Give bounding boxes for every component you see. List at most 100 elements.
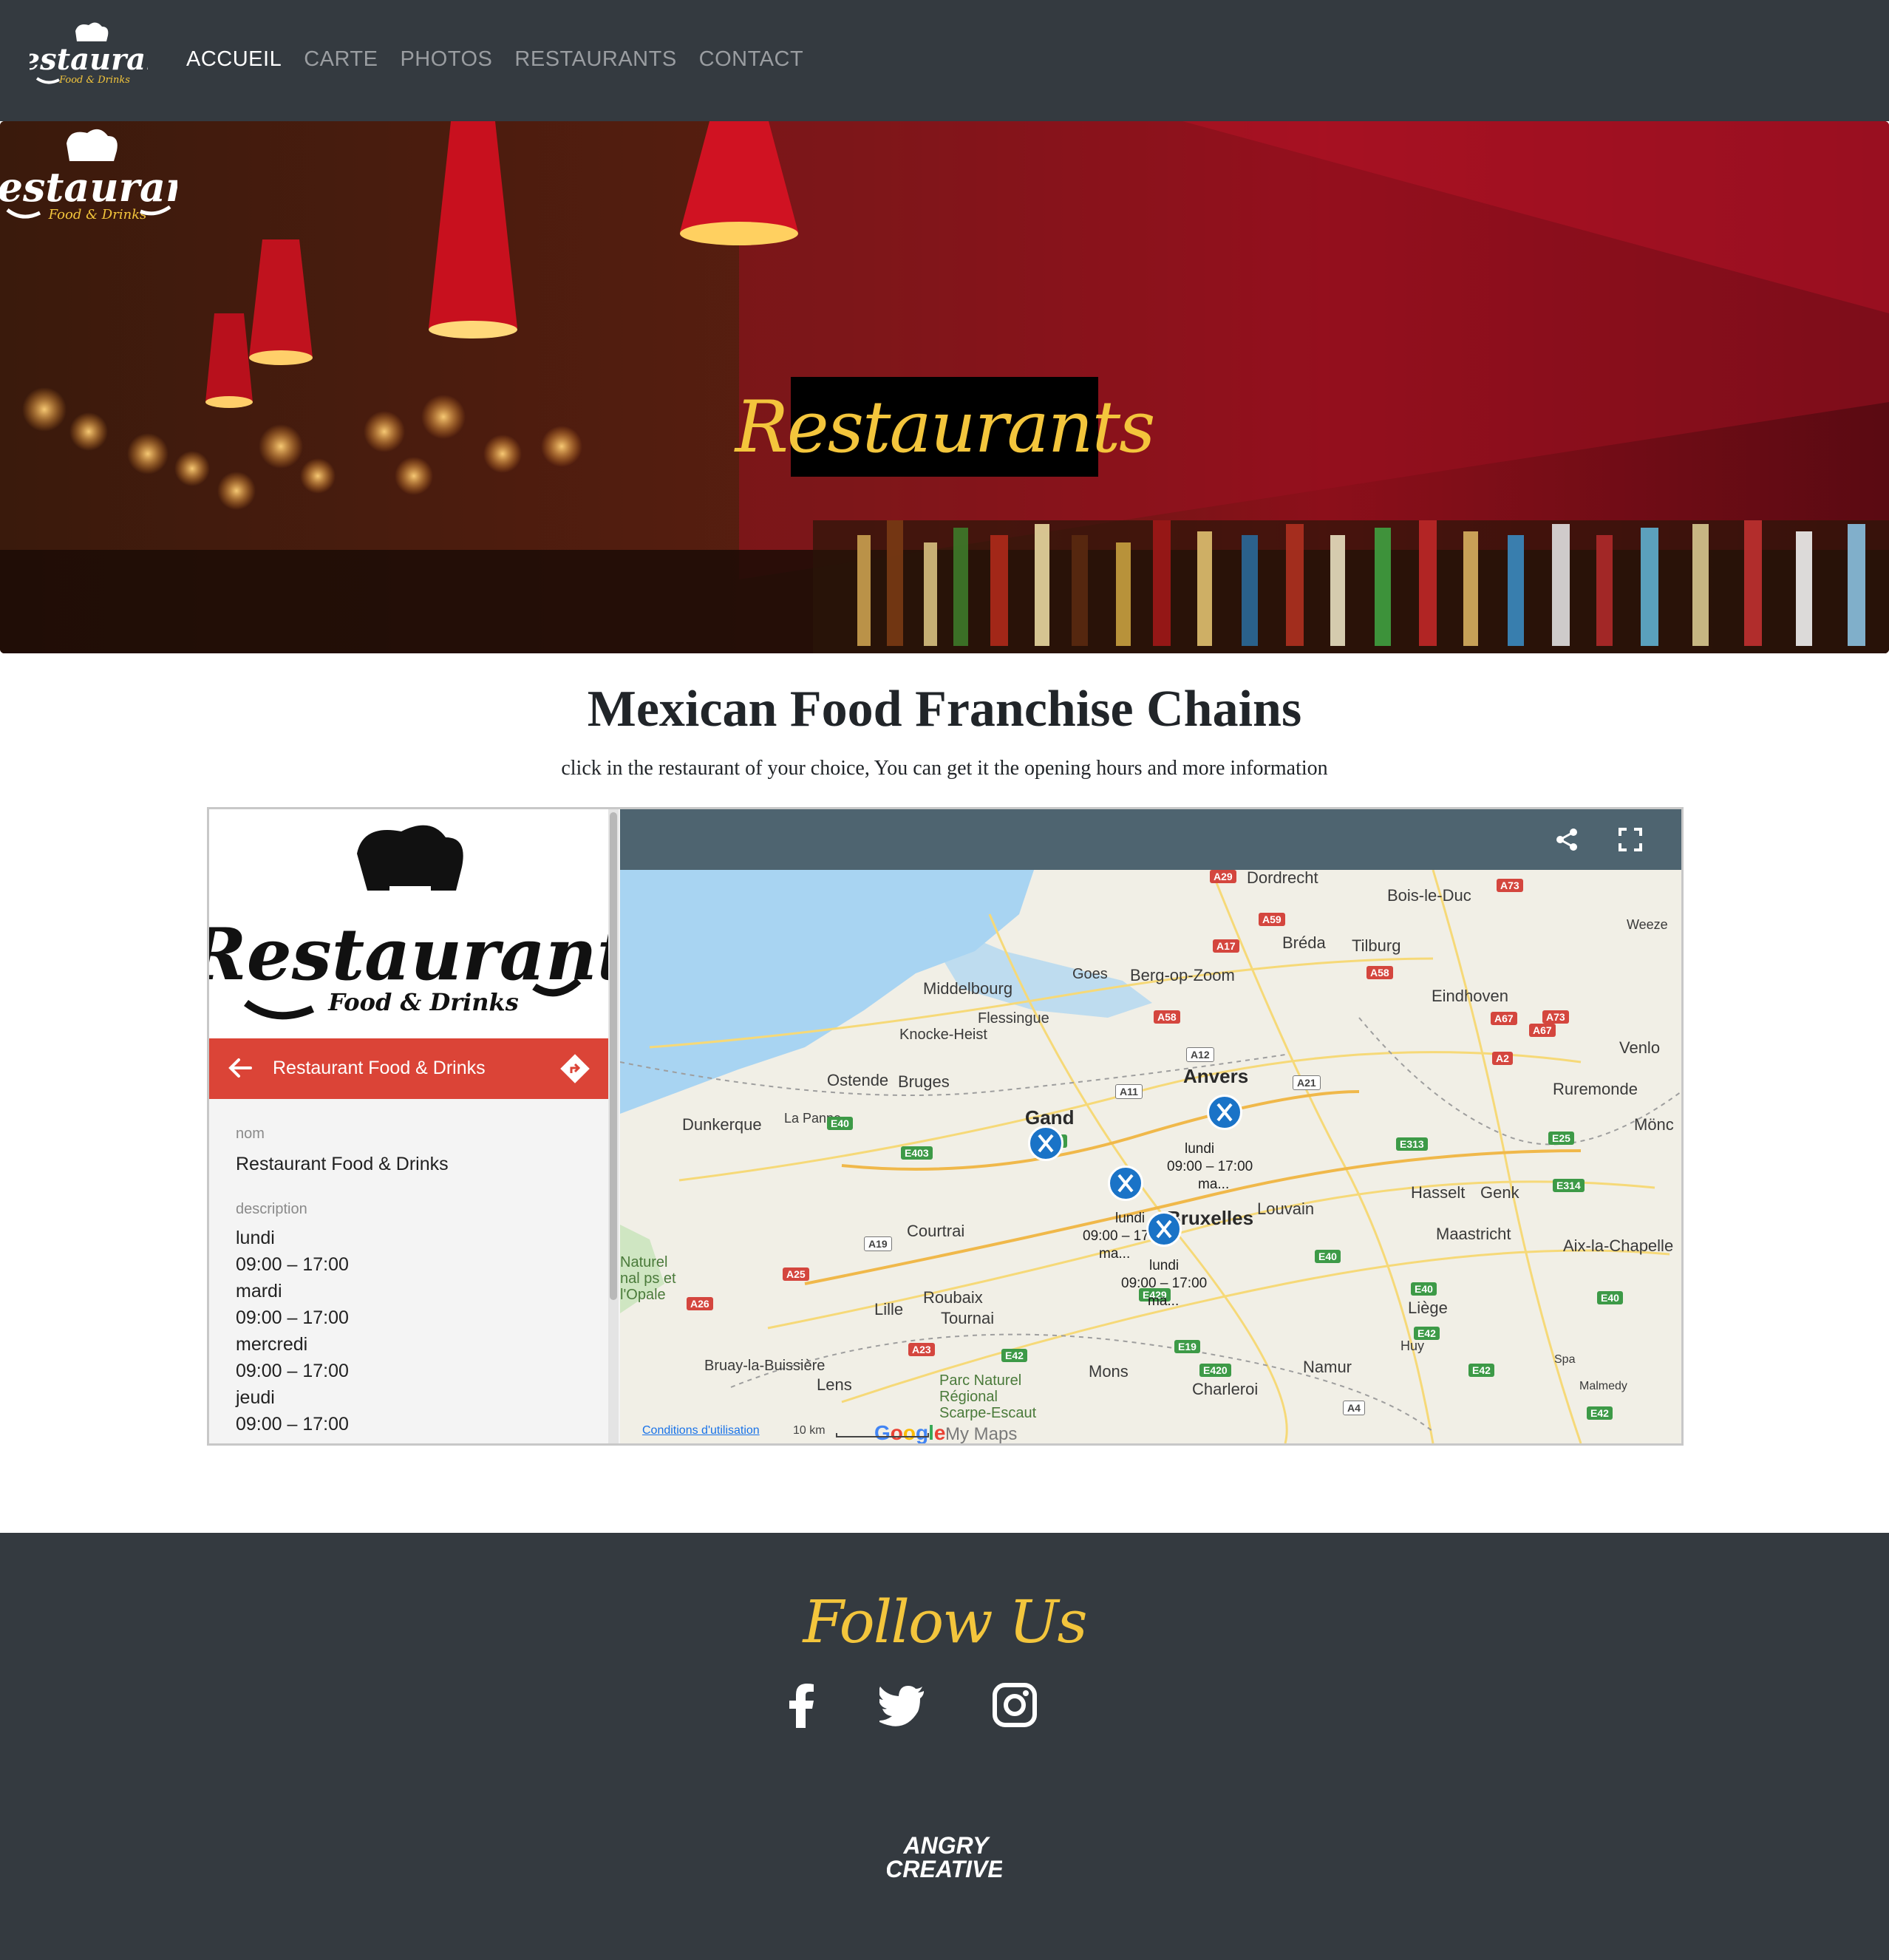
description-line: lundi [236,1228,275,1248]
pin-label-hours: 09:00 – 17:00 [1121,1276,1208,1291]
map-city: Spa [1554,1353,1576,1366]
map-park: Naturel nal ps et l'Opale [620,1254,676,1303]
nav-accueil[interactable]: ACCUEIL [186,47,282,72]
map-city: Weeze [1627,917,1668,932]
map-canvas[interactable]: Dordrecht Bois-le-Duc Weeze Bréda Tilbur… [620,870,1681,1443]
pin-label-hours: 09:00 – 17:00 [1167,1159,1253,1174]
back-arrow-icon[interactable] [225,1053,255,1083]
sidebar-scrollbar[interactable] [608,809,619,1443]
map-attribution: Google My Maps Conditions d'utilisation … [620,1418,1681,1443]
restaurant-pin[interactable] [1028,1126,1063,1161]
map-city: Maastricht [1436,1225,1511,1243]
brand-logo[interactable]: Restaurant Food & Drinks [30,21,148,95]
road-shield: E25 [1548,1132,1574,1145]
road-shield: A26 [687,1297,713,1310]
road-shield: E313 [1396,1137,1428,1151]
map-city: Aix-la-Chapelle [1563,1236,1674,1255]
map-city: Genk [1480,1183,1519,1202]
road-shield: A19 [864,1236,892,1251]
fork-knife-icon [1038,1134,1054,1153]
road-shield: A2 [1492,1052,1513,1065]
navbar: Restaurant Food & Drinks ACCUEIL CARTE P… [0,0,1889,121]
scrollbar-thumb[interactable] [610,812,617,1300]
instagram-icon[interactable] [990,1681,1039,1729]
map-city: Dordrecht [1247,870,1318,887]
nav-photos[interactable]: PHOTOS [400,47,492,72]
road-shield: A23 [908,1343,935,1356]
road-shield: A12 [1186,1047,1214,1062]
road-shield: E40 [827,1117,853,1130]
map-city: Bruay-la-Buissière [704,1358,826,1374]
restaurant-pin[interactable] [1207,1095,1242,1130]
brand-logo-text: Restaurant [30,42,148,77]
brand-logo-tagline: Food & Drinks [58,75,130,86]
fork-knife-icon [1156,1219,1172,1239]
road-shield: A58 [1366,966,1393,979]
map-city: Knocke-Heist [899,1027,987,1043]
nav-contact[interactable]: CONTACT [699,47,804,72]
pin-label-day: lundi [1115,1211,1146,1226]
map-city: Tilburg [1352,936,1401,955]
map-city: Louvain [1257,1200,1315,1218]
hero-logo: Restaurant Food & Drinks [0,129,177,222]
restaurant-pin[interactable] [1146,1211,1182,1247]
map-park: Parc Naturel Régional Scarpe-Escaut [939,1372,1037,1421]
facebook-icon[interactable] [777,1681,826,1729]
map-city: Liège [1408,1299,1448,1317]
map-city: Tournai [941,1309,995,1327]
google-logo: Google [874,1421,946,1443]
sidebar-logo-tagline: Food & Drinks [327,988,518,1016]
pin-label-day: lundi [1149,1258,1180,1273]
description-line: mercredi [236,1334,308,1355]
hero-title: Restaurants [735,385,1156,469]
map-city: Roubaix [923,1288,983,1307]
sidebar-logo-text: Restaurant [209,913,608,996]
map-city: Ruremonde [1553,1080,1638,1098]
share-icon[interactable] [1554,827,1579,852]
road-shield: E42 [1468,1364,1494,1377]
directions-icon[interactable] [559,1053,590,1084]
section-title: Mexican Food Franchise Chains [587,681,1302,738]
description-line: jeudi [236,1387,275,1408]
road-shield: A4 [1343,1401,1365,1415]
angry-creative-logo[interactable]: ANGRY CREATIVE [887,1828,1002,1888]
pin-label-next: ma... [1099,1246,1131,1262]
terms-link[interactable]: Conditions d'utilisation [642,1424,760,1437]
pin-label-next: ma... [1198,1177,1230,1192]
map-city: Namur [1303,1358,1352,1376]
map-sidebar: Restaurant Food & Drinks Restaurant Food… [209,809,620,1443]
description-line: 09:00 – 17:00 [236,1254,349,1275]
map-city: Dunkerque [682,1115,762,1134]
footer: Follow Us ANGRY CREATIVE [0,1533,1889,1960]
road-shield: A67 [1491,1012,1517,1025]
map-city: Lens [817,1375,852,1394]
main-nav: ACCUEIL CARTE PHOTOS RESTAURANTS CONTACT [186,47,803,72]
road-shield: E40 [1411,1282,1437,1296]
hero-logo-tagline: Food & Drinks [48,207,147,222]
description-line: 09:00 – 17:00 [236,1414,349,1435]
map-city: Bruges [898,1072,950,1091]
nav-restaurants[interactable]: RESTAURANTS [514,47,676,72]
road-shield: E42 [1414,1327,1440,1340]
twitter-icon[interactable] [879,1681,928,1729]
restaurant-pin[interactable] [1108,1166,1143,1201]
field-label-nom: nom [236,1126,265,1142]
road-shield: E42 [1001,1349,1027,1362]
hero-title-box: Restaurants [735,377,1155,477]
credit-logo-line2: CREATIVE [887,1856,1002,1882]
pin-label-day: lundi [1185,1141,1215,1157]
follow-us-heading: Follow Us [803,1588,1087,1656]
road-shield: A67 [1529,1024,1556,1037]
map-city: Huy [1400,1338,1425,1353]
fork-knife-icon [1117,1174,1134,1193]
my-maps-label: My Maps [945,1424,1018,1443]
road-shield: A17 [1213,939,1239,953]
nav-carte[interactable]: CARTE [304,47,378,72]
map-city: Bois-le-Duc [1387,886,1471,905]
fullscreen-icon[interactable] [1618,827,1643,852]
sidebar-header-title: Restaurant Food & Drinks [273,1058,486,1078]
map-city: Anvers [1183,1065,1249,1087]
map-city: Mönc [1634,1115,1674,1134]
road-shield: E403 [901,1146,933,1160]
sidebar-logo: Restaurant Food & Drinks [209,809,608,1038]
